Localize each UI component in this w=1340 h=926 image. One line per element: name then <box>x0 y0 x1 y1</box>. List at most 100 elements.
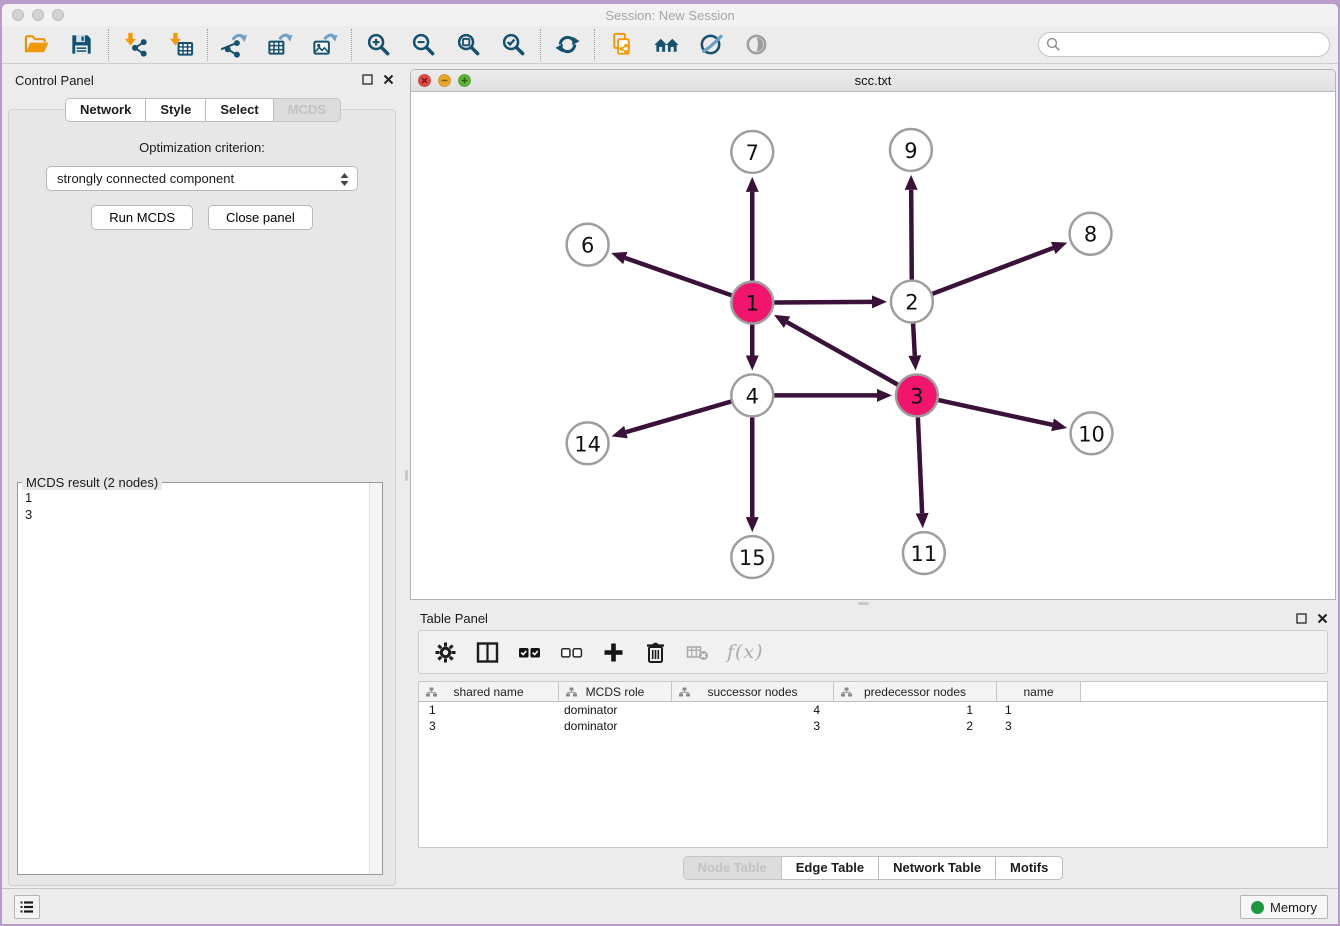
control-panel: Control Panel NetworkStyleSelectMCDS Opt… <box>2 65 404 888</box>
column-header-predecessor-nodes[interactable]: predecessor nodes <box>834 682 997 701</box>
graph-node-label: 7 <box>746 141 759 165</box>
table-panel-title: Table Panel <box>420 611 488 626</box>
graph-node-label: 14 <box>574 432 601 456</box>
close-table-panel-icon[interactable] <box>1317 613 1328 624</box>
column-header-successor-nodes[interactable]: successor nodes <box>672 682 834 701</box>
table-cell[interactable]: 2 <box>834 718 997 734</box>
graph-node-label: 4 <box>746 384 759 408</box>
graph-edge-2-8[interactable] <box>932 248 1053 294</box>
table-cell[interactable]: 3 <box>672 718 834 734</box>
column-settings-icon[interactable] <box>433 640 458 665</box>
table-panel: Table Panel <box>410 606 1336 888</box>
criterion-dropdown[interactable]: strongly connected component <box>46 166 358 191</box>
table-cell[interactable]: dominator <box>559 702 672 718</box>
memory-button-label: Memory <box>1270 900 1317 915</box>
split-panel-icon[interactable] <box>475 640 500 665</box>
memory-button[interactable]: Memory <box>1240 895 1328 919</box>
unselect-all-columns-icon[interactable] <box>559 640 584 665</box>
window-titlebar: Session: New Session <box>2 4 1338 26</box>
copy-visual-style-icon[interactable] <box>608 31 635 58</box>
graph-edge-2-9[interactable] <box>911 190 912 280</box>
node-table-header: shared nameMCDS rolesuccessor nodesprede… <box>419 682 1327 702</box>
show-task-history-button[interactable] <box>14 895 40 919</box>
delete-column-icon[interactable] <box>643 640 668 665</box>
table-tab-network-table[interactable]: Network Table <box>879 856 996 880</box>
graph-edge-2-3[interactable] <box>913 324 915 356</box>
open-session-icon[interactable] <box>23 31 50 58</box>
table-row[interactable]: 3dominator323 <box>419 718 1327 734</box>
table-cell[interactable]: 1 <box>419 702 559 718</box>
table-cell[interactable]: 1 <box>997 702 1081 718</box>
table-cell[interactable]: 3 <box>419 718 559 734</box>
graph-edge-arrowhead <box>916 513 929 528</box>
select-all-columns-icon[interactable] <box>517 640 542 665</box>
table-tab-motifs[interactable]: Motifs <box>996 856 1063 880</box>
apply-visual-style-icon[interactable] <box>698 31 725 58</box>
close-panel-button[interactable]: Close panel <box>208 205 313 230</box>
control-panel-header: Control Panel <box>2 71 404 91</box>
graph-edge-1-6[interactable] <box>625 258 731 295</box>
function-builder-icon[interactable]: f(x) <box>727 641 764 663</box>
table-row[interactable]: 1dominator411 <box>419 702 1327 718</box>
zoom-selected-region-icon[interactable] <box>500 31 527 58</box>
task-list-icon <box>19 899 35 915</box>
network-view-window: scc.txt 7968124314101511 <box>410 69 1336 600</box>
apply-preferred-layout-icon[interactable] <box>554 31 581 58</box>
tab-style[interactable]: Style <box>146 98 206 122</box>
tab-network[interactable]: Network <box>65 98 146 122</box>
graph-edge-3-11[interactable] <box>918 417 922 513</box>
graph-node-label: 2 <box>905 291 918 315</box>
column-header-MCDS-role[interactable]: MCDS role <box>559 682 672 701</box>
tab-mcds[interactable]: MCDS <box>274 98 341 122</box>
dropdown-stepper-icon <box>340 173 349 186</box>
export-network-icon[interactable] <box>221 31 248 58</box>
zoom-out-icon[interactable] <box>410 31 437 58</box>
graph-edge-1-2[interactable] <box>774 302 872 303</box>
mcds-result-box: MCDS result (2 nodes) 1 3 <box>17 482 383 875</box>
window-title: Session: New Session <box>2 8 1338 23</box>
column-header-shared-name[interactable]: shared name <box>419 682 559 701</box>
graph-edge-arrowhead <box>746 177 759 192</box>
network-window-title: scc.txt <box>411 73 1335 88</box>
zoom-fit-content-icon[interactable] <box>455 31 482 58</box>
graph-edge-4-14[interactable] <box>626 402 731 433</box>
first-neighbors-icon[interactable] <box>653 31 680 58</box>
graph-edge-arrowhead <box>905 175 918 190</box>
table-cell[interactable]: 3 <box>997 718 1081 734</box>
import-table-from-file-icon[interactable] <box>167 31 194 58</box>
float-panel-icon[interactable] <box>362 74 373 85</box>
tab-select[interactable]: Select <box>206 98 273 122</box>
graph-edge-arrowhead <box>1051 242 1067 254</box>
run-mcds-button[interactable]: Run MCDS <box>91 205 193 230</box>
control-panel-title: Control Panel <box>15 73 94 88</box>
export-image-icon[interactable] <box>311 31 338 58</box>
table-tab-node-table[interactable]: Node Table <box>683 856 782 880</box>
search-input[interactable] <box>1038 32 1330 57</box>
network-graph: 7968124314101511 <box>411 92 1335 599</box>
graph-node-label: 11 <box>911 542 938 566</box>
show-hide-graphics-icon[interactable] <box>743 31 770 58</box>
column-header-name[interactable]: name <box>997 682 1081 701</box>
table-tab-edge-table[interactable]: Edge Table <box>782 856 879 880</box>
table-toolbar: f(x) <box>418 630 1328 674</box>
network-canvas[interactable]: 7968124314101511 <box>411 92 1335 599</box>
result-scrollbar[interactable] <box>369 483 382 874</box>
graph-edge-arrowhead <box>1051 419 1067 432</box>
control-panel-tabs: NetworkStyleSelectMCDS <box>2 98 404 122</box>
close-panel-icon[interactable] <box>383 74 394 85</box>
zoom-in-icon[interactable] <box>365 31 392 58</box>
graph-edge-3-1[interactable] <box>787 322 898 384</box>
table-cell[interactable]: 1 <box>834 702 997 718</box>
import-network-from-file-icon[interactable] <box>122 31 149 58</box>
delete-table-icon[interactable] <box>685 640 710 665</box>
table-cell[interactable]: 4 <box>672 702 834 718</box>
table-cell[interactable]: dominator <box>559 718 672 734</box>
save-session-icon[interactable] <box>68 31 95 58</box>
graph-edge-3-10[interactable] <box>938 400 1052 425</box>
export-table-icon[interactable] <box>266 31 293 58</box>
add-column-icon[interactable] <box>601 640 626 665</box>
memory-status-dot <box>1251 901 1264 914</box>
search-box <box>1038 32 1330 57</box>
mcds-result-text[interactable]: 1 3 <box>19 487 368 873</box>
float-table-panel-icon[interactable] <box>1296 613 1307 624</box>
